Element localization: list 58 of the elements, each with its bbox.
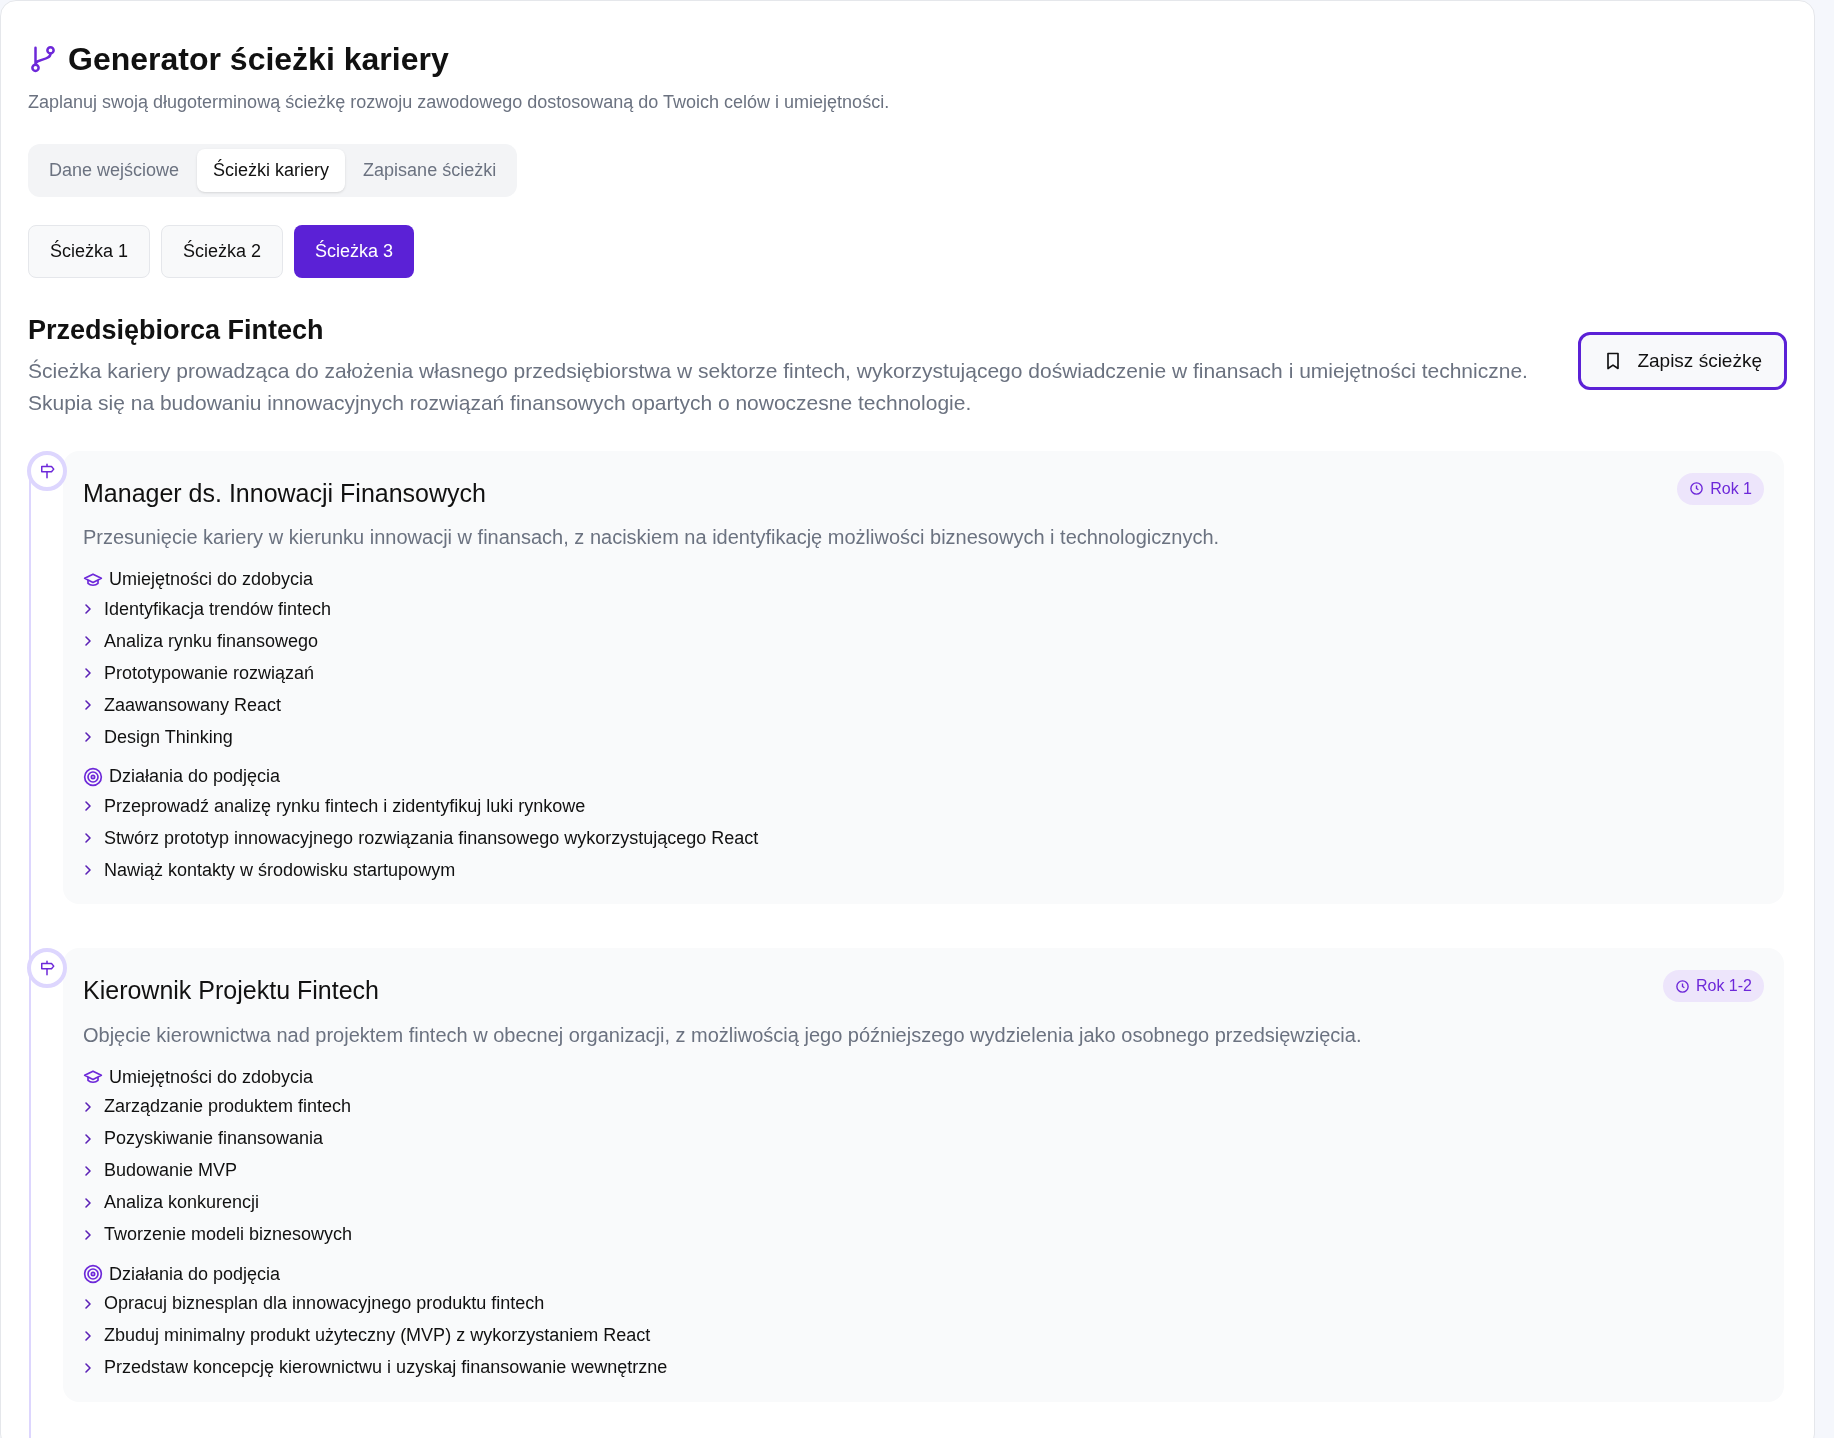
chevron-right-icon [83,635,93,647]
tab[interactable]: Zapisane ścieżki [347,149,513,192]
skill-item: Budowanie MVP [104,1159,238,1182]
action-item: Przeprowadź analizę rynku fintech i zidentyfikuj luki rynkowe [104,794,586,818]
chevron-right-icon [83,800,93,812]
chevron-right-icon [83,603,93,615]
clock-icon [1674,978,1690,994]
chevron-right-icon [83,864,93,876]
clock-icon [1689,481,1705,496]
skill-item: Pozyskiwanie finansowania [104,1127,324,1150]
path-button[interactable]: Ścieżka 1 [28,225,151,278]
page-title: Generator ścieżki kariery [68,40,449,79]
skill-item: Zarządzanie produktem fintech [104,1095,352,1118]
year-badge: Rok 1-2 [1662,970,1764,1002]
chevron-right-icon [83,1100,93,1113]
tab[interactable]: Ścieżki kariery [197,149,346,192]
action-item: Zbuduj minimalny produkt użyteczny (MVP) z wykorzystaniem React [104,1324,651,1347]
chevron-right-icon [83,1164,93,1177]
skills-heading: Umiejętności do zdobycia [109,1065,314,1089]
skill-item: Identyfikacja trendów fintech [104,597,332,621]
skill-item: Design Thinking [104,725,233,749]
skills-heading: Umiejętności do zdobycia [109,568,314,591]
step-title: Kierownik Projektu Fintech [83,975,379,1006]
chevron-right-icon [83,1329,93,1342]
step-description: Objęcie kierownictwa nad projektem fintech w obecnej organizacji, z możliwością jego późniejszego wydzielenia jako osobnego przedsięwzięcia. [83,1022,1363,1048]
path-title: Przedsiębiorca Fintech [28,314,325,347]
year-badge: Rok 1 [1677,472,1764,505]
save-path-button[interactable]: Zapisz ścieżkę [1578,332,1787,390]
chevron-right-icon [83,699,93,711]
target-icon [83,766,103,787]
branch-icon [28,44,58,74]
step-description: Przesunięcie kariery w kierunku innowacji w finansach, z naciskiem na identyfikację możliwości biznesowych i technologicznych. [83,525,1221,550]
chevron-right-icon [83,1297,93,1310]
path-description: Ścieżka kariery prowadząca do założenia własnego przedsiębiorstwa w sektorze fintech, wykorzystującego doświadczenie w finansach i umiejętności techniczne. Skupia się na budowaniu innowacyjnych rozwiązań finansowych opartych o nowoczesne technologie. [28,357,1529,416]
path-button[interactable]: Ścieżka 3 [294,225,415,278]
action-item: Opracuj biznesplan dla innowacyjnego produktu fintech [104,1292,545,1315]
chevron-right-icon [83,1132,93,1145]
actions-heading: Działania do podjęcia [109,765,281,788]
skill-item: Zaawansowany React [104,693,282,717]
action-item: Nawiąż kontakty w środowisku startupowym [104,858,456,882]
actions-heading: Działania do podjęcia [109,1262,281,1286]
chevron-right-icon [83,1196,93,1209]
skill-item: Analiza konkurencji [104,1191,260,1214]
chevron-right-icon [83,832,93,844]
chevron-right-icon [83,731,93,743]
target-icon [83,1264,103,1284]
step-title: Manager ds. Innowacji Finansowych [83,477,486,509]
chevron-right-icon [83,667,93,679]
skill-item: Analiza rynku finansowego [104,629,319,653]
page-subtitle: Zaplanuj swoją długoterminową ścieżkę rozwoju zawodowego dostosowaną do Twoich celów i umiejętności. [28,91,891,114]
path-button[interactable]: Ścieżka 2 [161,225,284,278]
action-item: Stwórz prototyp innowacyjnego rozwiązania finansowego wykorzystującego React [104,826,759,850]
chevron-right-icon [83,1361,93,1374]
tab[interactable]: Dane wejściowe [33,149,196,192]
chevron-right-icon [83,1228,93,1241]
action-item: Przedstaw koncepcję kierownictwu i uzyskaj finansowanie wewnętrzne [104,1356,668,1379]
skill-item: Tworzenie modeli biznesowych [104,1223,353,1246]
skill-item: Prototypowanie rozwiązań [104,661,315,685]
